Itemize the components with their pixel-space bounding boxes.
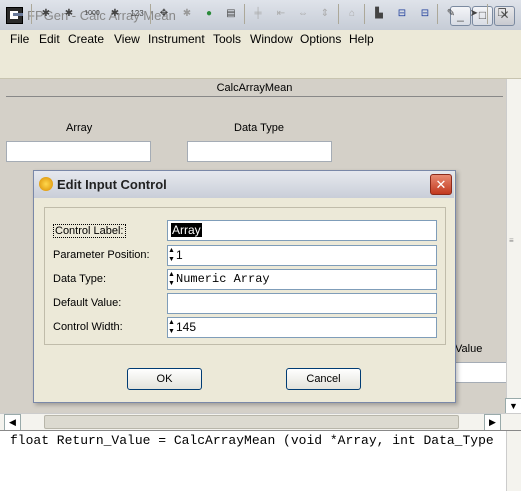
menu-edit[interactable]: Edit	[39, 32, 60, 46]
menu-options[interactable]: Options	[300, 32, 341, 46]
menu-window[interactable]: Window	[250, 32, 293, 46]
dialog-close-button[interactable]: ✕	[430, 174, 452, 195]
vertical-scrollbar[interactable]	[506, 79, 521, 413]
split-icon[interactable]: ╪	[249, 5, 267, 23]
cancel-button[interactable]: Cancel	[286, 368, 361, 390]
menu-tools[interactable]: Tools	[213, 32, 241, 46]
parameter-position-value: 1	[176, 248, 183, 262]
parameter-position-field[interactable]	[167, 245, 437, 266]
add-control-icon[interactable]: ✱	[37, 5, 55, 23]
adjust-icon[interactable]: ⇕	[316, 5, 334, 23]
numeric-minus-icon[interactable]: ✱	[106, 5, 124, 23]
default-value-label: Default Value:	[53, 297, 122, 309]
scroll-left-button[interactable]: ◀	[4, 414, 21, 431]
datatype-control-label: Data Type	[234, 122, 284, 134]
home-icon[interactable]: ⌂	[343, 5, 361, 23]
dialog-app-icon	[39, 177, 53, 191]
export-icon[interactable]: ⊟	[416, 5, 434, 23]
array-control[interactable]	[6, 141, 151, 162]
ok-button[interactable]: OK	[127, 368, 202, 390]
data-type-value: Numeric Array	[176, 272, 270, 286]
default-value-field[interactable]	[167, 293, 437, 314]
align-icon[interactable]: ✱	[178, 5, 196, 23]
control-label-field[interactable]: Array	[167, 220, 437, 241]
parameter-position-spinner[interactable]: ▲ ▼	[168, 246, 175, 265]
toolbar-separator	[31, 4, 32, 24]
datatype-control[interactable]	[187, 141, 332, 162]
toolbar-separator	[364, 4, 365, 24]
control-width-value: 145	[176, 320, 197, 334]
color-icon[interactable]: ●	[200, 5, 218, 23]
control-width-label: Control Width:	[53, 321, 123, 333]
add-indicator-icon[interactable]: ✱	[60, 5, 78, 23]
run-icon[interactable]: ➤	[465, 5, 483, 23]
numeric-icon[interactable]: 1000	[83, 5, 101, 23]
import-icon[interactable]: ⊟	[393, 5, 411, 23]
scroll-right-button[interactable]: ▶	[484, 414, 501, 431]
link-icon[interactable]: ⇔	[294, 5, 312, 23]
control-label-value: Array	[171, 223, 202, 237]
move-icon[interactable]: ✥	[155, 5, 173, 23]
control-width-field[interactable]	[167, 317, 437, 338]
save-icon[interactable]: ▬	[9, 5, 27, 23]
toolbar-separator	[244, 4, 245, 24]
toolbar-separator	[338, 4, 339, 24]
toolbar-separator	[437, 4, 438, 24]
copy-icon[interactable]: ❐	[493, 5, 511, 23]
menu-help[interactable]: Help	[349, 32, 374, 46]
scroll-grip: ≡	[509, 236, 514, 245]
array-control-label: Array	[66, 122, 93, 134]
function-signature: float Return_Value = CalcArrayMean (void…	[10, 433, 494, 448]
panel-title: CalcArrayMean	[6, 80, 503, 97]
menu-file[interactable]: File	[10, 32, 29, 46]
toolbar-separator	[150, 4, 151, 24]
resize-icon[interactable]: ⇤	[272, 5, 290, 23]
edit-icon[interactable]: ✎	[442, 5, 460, 23]
menu-create[interactable]: Create	[68, 32, 104, 46]
value-control[interactable]	[455, 362, 507, 383]
parameter-position-label: Parameter Position:	[53, 249, 150, 261]
data-type-spinner[interactable]: ▲ ▼	[168, 270, 175, 289]
menu-view[interactable]: View	[114, 32, 140, 46]
toolbar	[0, 49, 521, 79]
scroll-thumb[interactable]	[44, 415, 459, 429]
control-width-spinner[interactable]: ▲ ▼	[168, 318, 175, 337]
data-type-label: Data Type:	[53, 273, 106, 285]
dialog-title: Edit Input Control	[57, 177, 167, 192]
signature-scrollbar[interactable]	[506, 431, 521, 491]
toolbar-separator	[487, 4, 488, 24]
value-control-label: Value	[455, 343, 483, 355]
page-icon[interactable]: ▤	[222, 5, 240, 23]
numeric-123-icon[interactable]: 123	[128, 5, 146, 23]
control-label-label: Control Label:	[53, 224, 126, 238]
menu-instrument[interactable]: Instrument	[148, 32, 205, 46]
tree-icon[interactable]: ▙	[370, 5, 388, 23]
